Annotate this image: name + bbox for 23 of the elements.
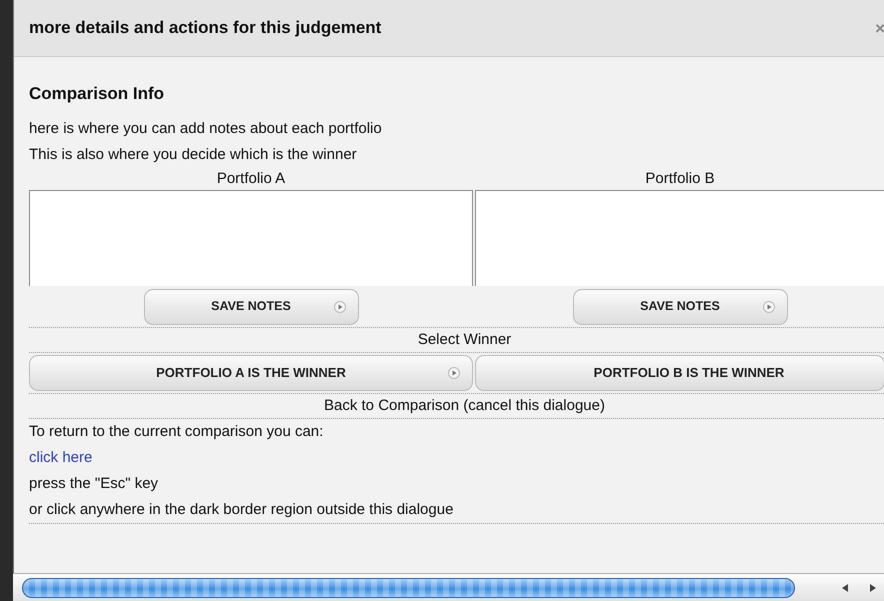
portfolio-label: Portfolio B xyxy=(644,168,716,188)
horizontal-scrollbar[interactable] xyxy=(13,573,884,601)
save-notes-button[interactable]: SAVE NOTES xyxy=(144,288,358,324)
intro-text: This is also where you decide which is the winner xyxy=(29,144,358,164)
dialog-title: more details and actions for this judgement xyxy=(29,17,382,40)
save-notes-button[interactable]: SAVE NOTES xyxy=(572,288,788,324)
notes-field[interactable] xyxy=(475,190,884,286)
play-icon xyxy=(762,300,774,312)
play-icon xyxy=(448,366,460,378)
winner-button[interactable]: PORTFOLIO A IS THE WINNER xyxy=(29,354,473,390)
notes-field[interactable] xyxy=(29,190,473,286)
section-heading: Select Winner xyxy=(416,330,512,350)
instruction-text: or click anywhere in the dark border region outside this dialogue xyxy=(29,500,454,520)
instruction-text: press the "Esc" key xyxy=(29,474,160,494)
section-heading: Comparison Info xyxy=(29,83,166,105)
click-here-link[interactable]: click here xyxy=(29,448,92,466)
section-heading: Back to Comparison (cancel this dialogue) xyxy=(323,396,606,416)
winner-button[interactable]: PORTFOLIO B IS THE WINNER xyxy=(475,354,884,390)
play-icon xyxy=(334,300,346,312)
scrollbar-thumb[interactable] xyxy=(22,578,795,598)
portfolio-label: Portfolio A xyxy=(216,168,286,188)
intro-text: here is where you can add notes about each portfolio xyxy=(29,118,383,138)
instruction-text: To return to the current comparison you can: xyxy=(29,422,324,442)
